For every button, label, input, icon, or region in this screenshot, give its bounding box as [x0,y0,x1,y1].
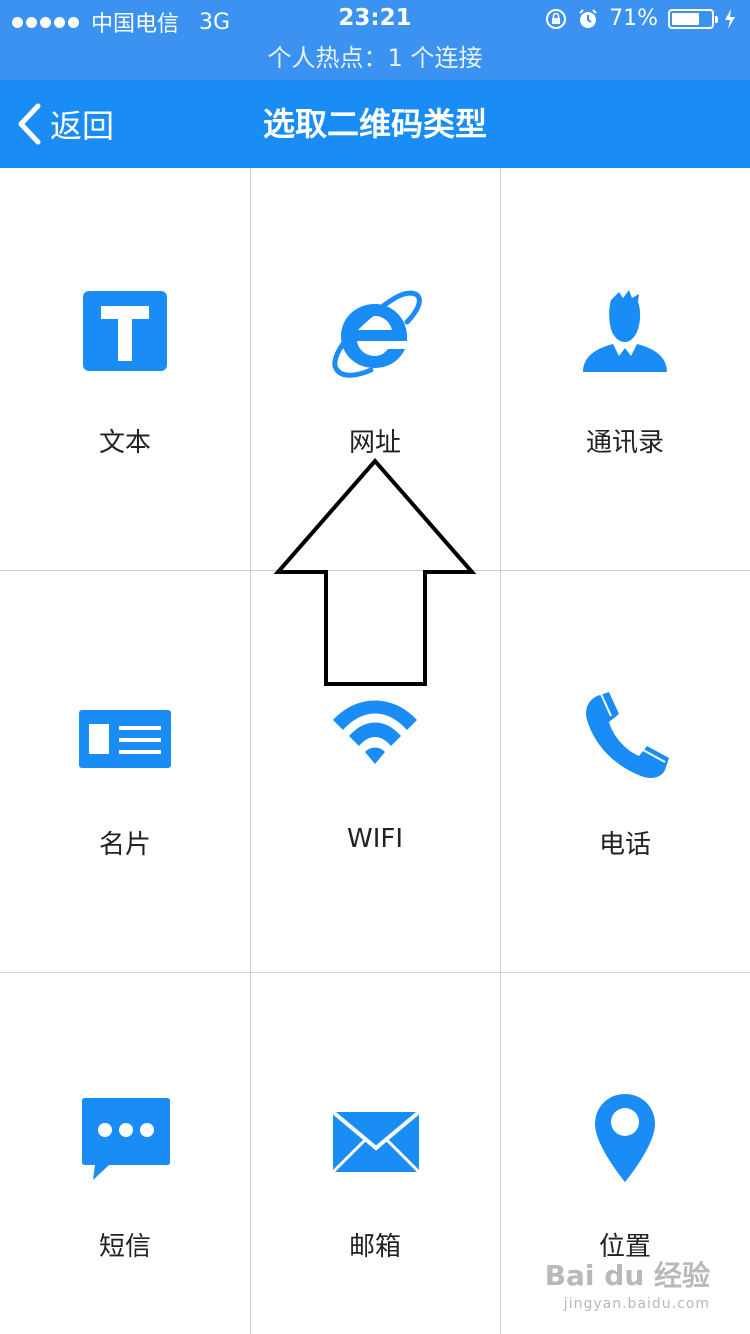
grid-item-business-card[interactable]: 名片 [0,570,250,972]
web-browser-icon [332,290,422,378]
qr-type-grid: 文本 网址 通讯录 名片 WIFI 电话 短信 邮箱 位置 [0,168,750,1334]
mail-icon [331,1110,421,1174]
grid-item-label: WIFI [347,824,403,854]
grid-item-wifi[interactable]: WIFI [250,570,500,972]
grid-item-sms[interactable]: 短信 [0,972,250,1334]
business-card-icon [79,710,171,768]
location-pin-icon [595,1094,655,1182]
grid-item-label: 文本 [98,428,151,458]
grid-item-contacts[interactable]: 通讯录 [500,168,750,570]
text-icon [83,291,167,371]
hotspot-banner[interactable]: 个人热点：1 个连接 [0,40,750,80]
grid-item-url[interactable]: 网址 [250,168,500,570]
charging-icon [725,8,735,29]
page-title: 选取二维码类型 [262,105,487,143]
watermark: Bai du 经验 jingyan.baidu.com [545,1262,710,1318]
battery-percent: 71% [609,6,658,31]
status-right: 71% [545,6,736,31]
watermark-url: jingyan.baidu.com [563,1296,710,1312]
grid-item-label: 网址 [348,428,401,458]
message-icon [82,1098,170,1180]
wifi-icon [333,700,417,764]
contact-icon [583,290,667,372]
battery-icon [668,8,718,29]
grid-item-label: 通讯录 [585,428,664,458]
grid-item-label: 名片 [98,830,151,860]
grid-item-phone[interactable]: 电话 [500,570,750,972]
watermark-brand: Bai du 经验 [544,1259,710,1292]
orientation-lock-icon [546,8,567,29]
navigation-bar: 返回 选取二维码类型 [0,80,750,168]
grid-item-label: 短信 [98,1232,151,1262]
grid-item-label: 电话 [598,830,651,860]
grid-item-label: 邮箱 [348,1232,401,1262]
phone-icon [586,692,669,778]
grid-item-text[interactable]: 文本 [0,168,250,570]
grid-item-label: 位置 [598,1232,651,1262]
alarm-icon [579,8,597,28]
status-bar: 中国电信 3G 23:21 71% [0,0,750,40]
grid-item-email[interactable]: 邮箱 [250,972,500,1334]
